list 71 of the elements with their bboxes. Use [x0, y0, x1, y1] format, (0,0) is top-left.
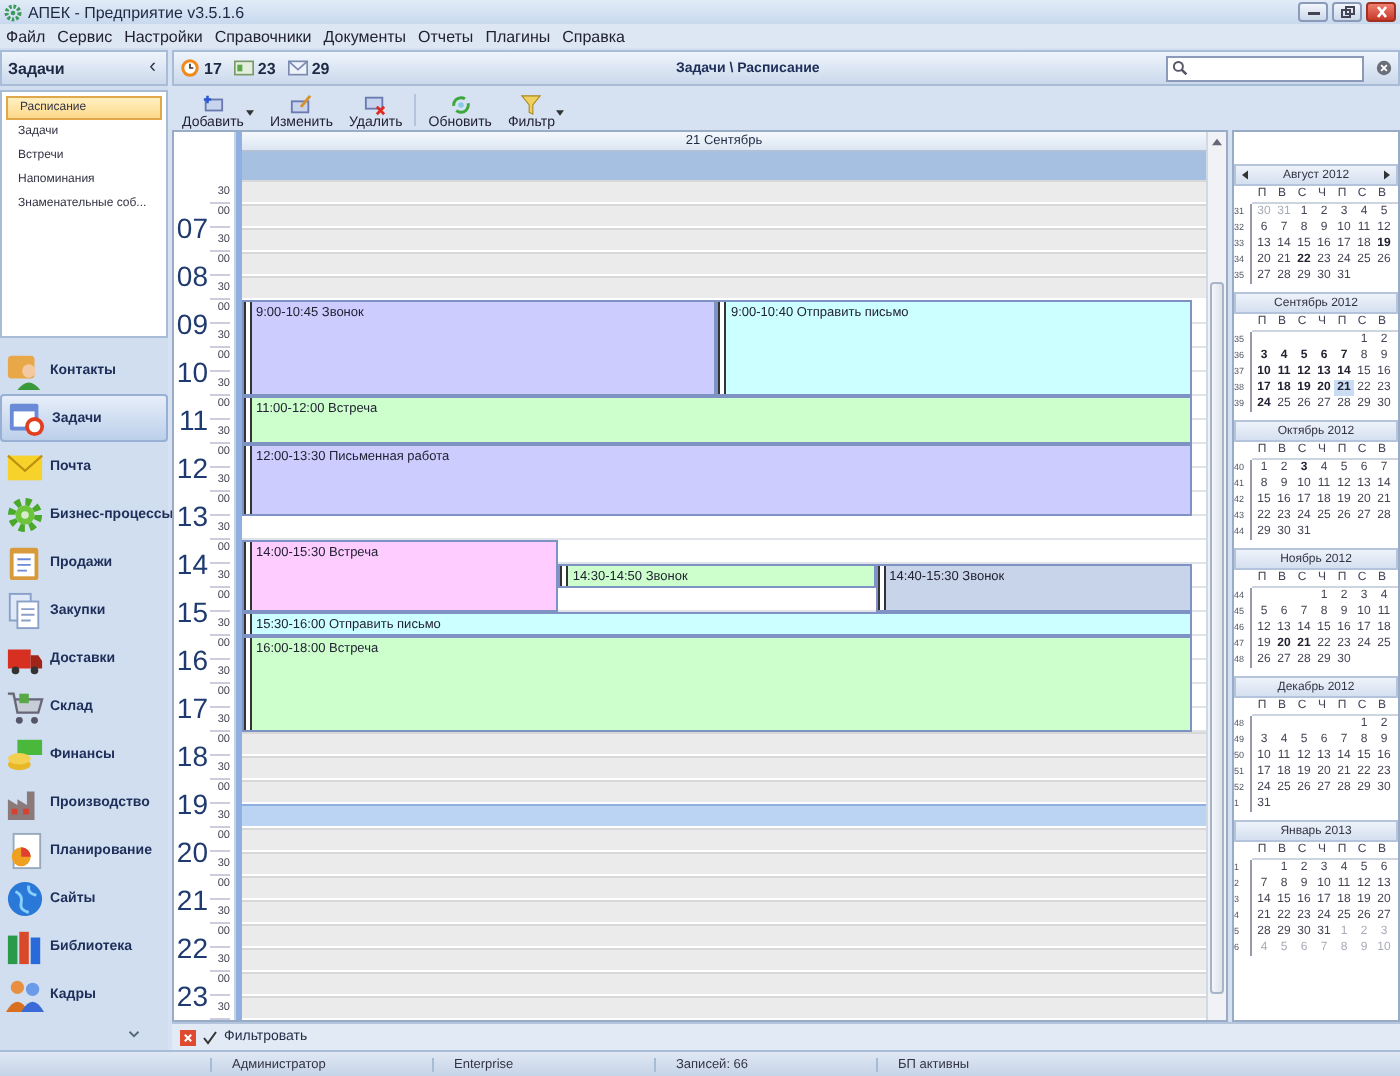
note-icon: [233, 58, 254, 78]
scrollbar[interactable]: [1206, 132, 1226, 1020]
hour-label: 14: [176, 548, 208, 580]
hour-label: 11: [178, 404, 208, 436]
gear-icon: [4, 3, 22, 21]
counter-value: 17: [204, 59, 222, 77]
funnel-icon: [520, 94, 543, 116]
pie-chart-document-icon: [6, 831, 44, 869]
calendar-clock-icon: [8, 399, 46, 437]
books-icon: [6, 927, 44, 965]
hour-label: 09: [176, 308, 208, 340]
coins-icon: [6, 735, 44, 773]
clipboard-icon: [6, 543, 44, 581]
search-icon: [1172, 60, 1188, 76]
hour-label: 23: [176, 980, 208, 1012]
chevron-down-icon[interactable]: [128, 1030, 140, 1038]
checkbox[interactable]: [202, 1029, 218, 1045]
scroll-up-icon[interactable]: [1212, 138, 1222, 146]
collapse-button[interactable]: ‹: [145, 58, 160, 78]
menu-item[interactable]: Плагины: [485, 27, 551, 45]
next-icon[interactable]: [1384, 170, 1390, 180]
hour-label: 16: [176, 644, 208, 676]
window-title: АПЕК - Предприятие v3.5.1.6: [28, 3, 247, 21]
hour-label: 18: [176, 740, 208, 772]
menu-item[interactable]: Справка: [562, 27, 625, 45]
hour-label: 22: [176, 932, 208, 964]
menu-item[interactable]: Документы: [323, 27, 407, 45]
clear-icon[interactable]: [1376, 60, 1392, 76]
close-icon: [1371, 6, 1391, 18]
globe-icon: [6, 879, 44, 917]
menu-item[interactable]: Сервис: [57, 27, 113, 45]
previous-icon[interactable]: [1242, 170, 1248, 180]
hour-label: 07: [176, 212, 208, 244]
hour-label: 10: [176, 356, 208, 388]
counter-value: 23: [257, 59, 276, 77]
add-icon: [201, 94, 224, 116]
close-button[interactable]: [1366, 2, 1396, 22]
menu-item[interactable]: Файл: [6, 27, 46, 45]
search-field[interactable]: [1166, 55, 1364, 81]
refresh-icon: [449, 94, 472, 116]
hour-label: 08: [176, 260, 208, 292]
people-icon: [6, 975, 44, 1013]
panel-title: Задачи: [8, 59, 65, 77]
envelope-icon: [287, 58, 308, 78]
hour-label: 15: [176, 596, 208, 628]
time-slot[interactable]: [242, 804, 1206, 828]
restore-icon: [1337, 6, 1357, 18]
minimize-icon: [1303, 6, 1323, 18]
hour-label: 13: [176, 500, 208, 532]
caret-icon: [556, 110, 565, 116]
hour-label: 17: [176, 692, 208, 724]
hour-label: 12: [176, 452, 208, 484]
documents-icon: [6, 591, 44, 629]
edit-icon: [290, 94, 313, 116]
person-icon: [6, 351, 44, 389]
menu-item[interactable]: Настройки: [124, 27, 203, 45]
clock-icon: [180, 58, 200, 78]
close-icon[interactable]: [180, 1029, 196, 1045]
scroll-thumb[interactable]: [1210, 282, 1224, 994]
cart-icon: [6, 687, 44, 725]
menu-item[interactable]: Справочники: [214, 27, 312, 45]
gear-icon: [6, 495, 44, 533]
restore-button[interactable]: [1332, 2, 1362, 22]
counter-value: 29: [311, 59, 330, 77]
hour-label: 19: [176, 788, 208, 820]
menu-item[interactable]: Отчеты: [418, 27, 474, 45]
minimize-button[interactable]: [1298, 2, 1328, 22]
hour-label: 20: [176, 836, 208, 868]
delete-icon: [364, 94, 387, 116]
caret-icon: [245, 110, 254, 116]
hour-label: 21: [176, 884, 208, 916]
